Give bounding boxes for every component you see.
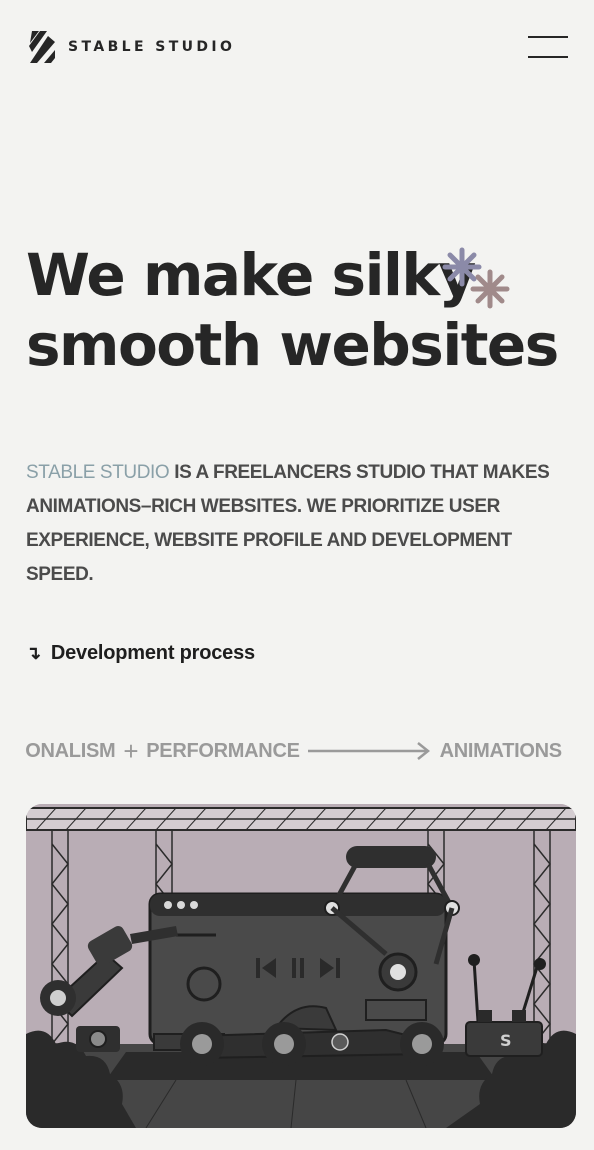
hero-title-line2: smooth websites	[26, 311, 559, 379]
hero-illustration: S	[26, 804, 576, 1128]
marquee-item: PERFORMANCE	[146, 739, 300, 762]
intro-paragraph: STABLE STUDIO IS A FREELANCERS STUDIO TH…	[26, 456, 566, 592]
hero-title-line1: We make silky	[26, 241, 476, 309]
menu-line-bottom	[528, 56, 568, 58]
marquee-item: ANIMATIONS	[439, 739, 562, 762]
racing-studio-illustration: S	[26, 804, 576, 1128]
brand-name: STABLE STUDIO	[68, 39, 236, 55]
plus-icon: +	[123, 735, 139, 766]
menu-line-top	[528, 36, 568, 38]
svg-text:S: S	[500, 1031, 512, 1050]
long-arrow-right-icon	[307, 742, 430, 760]
site-header: STABLE STUDIO	[26, 30, 568, 64]
intro-brand: STABLE STUDIO	[26, 462, 170, 483]
arrow-down-right-icon: ↴	[26, 643, 41, 663]
development-process-label: Development process	[50, 642, 255, 664]
sparkles-icon	[442, 247, 510, 309]
logo[interactable]: STABLE STUDIO	[26, 30, 235, 64]
development-process-link[interactable]: ↴ Development process	[26, 642, 255, 665]
marquee-item: IONALISM	[26, 739, 116, 762]
stable-studio-logo-icon	[29, 31, 55, 63]
marquee-ticker: IONALISM + PERFORMANCE ANIMATIONS	[26, 733, 576, 769]
hamburger-menu-icon[interactable]	[528, 36, 568, 58]
marquee-track: IONALISM + PERFORMANCE ANIMATIONS	[26, 733, 562, 769]
